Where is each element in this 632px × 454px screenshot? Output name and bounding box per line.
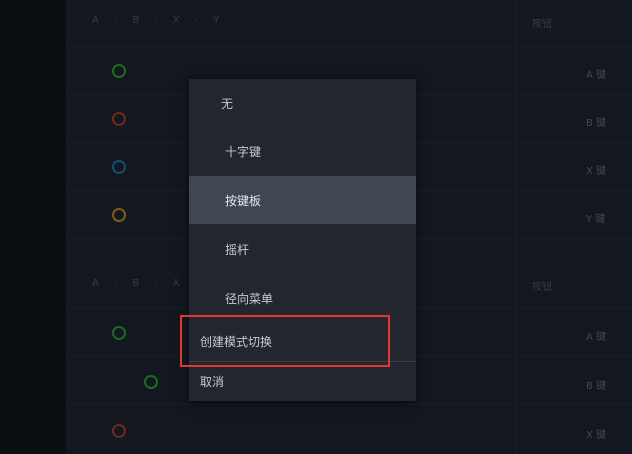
- row-divider: [66, 404, 632, 405]
- menu-item-button-pad[interactable]: 按键板: [189, 176, 416, 224]
- a-button-icon: [144, 375, 158, 389]
- section-column-header: 按钮: [532, 19, 552, 30]
- y-button-icon: [112, 208, 126, 222]
- menu-item-joystick[interactable]: 摇杆: [189, 225, 416, 273]
- b-button-icon: [112, 112, 126, 126]
- binding-value[interactable]: X 键: [586, 426, 606, 441]
- menu-item-label: 径向菜单: [225, 291, 274, 306]
- binding-value[interactable]: B 键: [586, 377, 606, 392]
- a-button-icon: [112, 326, 126, 340]
- menu-item-dpad[interactable]: 十字键: [189, 127, 416, 175]
- b-button-icon: [112, 424, 126, 438]
- section-header-face-buttons: A · B · X · Y: [92, 15, 226, 26]
- menu-item-label: 无: [221, 96, 234, 111]
- menu-item-cancel[interactable]: 取消: [189, 362, 416, 401]
- background-left-strip: [0, 0, 66, 454]
- menu-item-label: 摇杆: [225, 242, 250, 257]
- section-column-header: 按钮: [532, 282, 552, 293]
- a-button-icon: [112, 64, 126, 78]
- menu-item-none[interactable]: 无: [189, 79, 416, 127]
- menu-item-label: 取消: [200, 375, 225, 389]
- menu-item-label: 按键板: [225, 193, 262, 208]
- binding-value[interactable]: X 键: [586, 162, 606, 177]
- x-button-icon: [112, 160, 126, 174]
- highlight-annotation-box: [180, 315, 390, 367]
- binding-value[interactable]: A 键: [586, 66, 606, 81]
- background-column-divider: [516, 0, 517, 454]
- binding-value[interactable]: B 键: [586, 114, 606, 129]
- binding-value[interactable]: A 键: [586, 328, 606, 343]
- binding-value[interactable]: Y 键: [586, 210, 605, 225]
- row-divider: [66, 46, 632, 47]
- menu-item-label: 十字键: [225, 144, 262, 159]
